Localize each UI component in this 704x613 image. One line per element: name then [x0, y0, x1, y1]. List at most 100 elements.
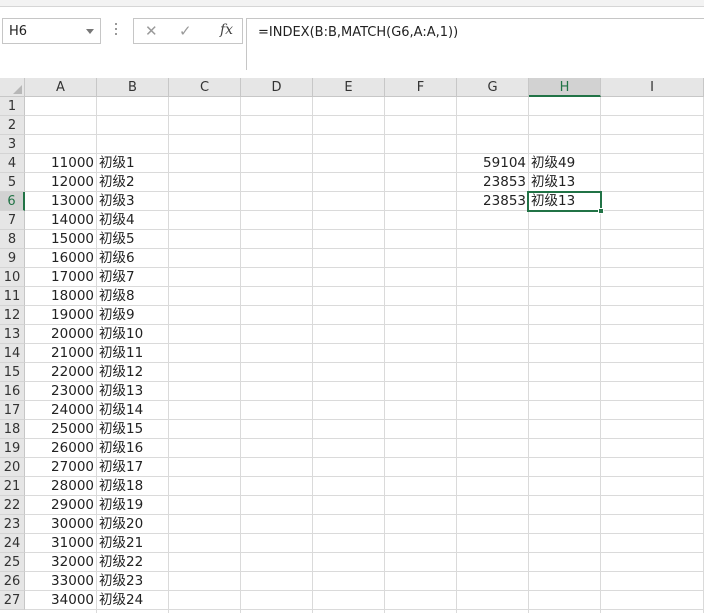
row-header-10[interactable]: 10 — [0, 268, 25, 287]
column-header-c[interactable]: C — [169, 78, 241, 97]
cell-a5[interactable]: 12000 — [25, 173, 97, 192]
cell-b8[interactable]: 初级5 — [97, 230, 169, 249]
cell-b24[interactable]: 初级21 — [97, 534, 169, 553]
cancel-icon[interactable]: ✕ — [145, 22, 158, 40]
row-header-7[interactable]: 7 — [0, 211, 25, 230]
cell-b26[interactable]: 初级23 — [97, 572, 169, 591]
cell-a22[interactable]: 29000 — [25, 496, 97, 515]
cell-a20[interactable]: 27000 — [25, 458, 97, 477]
cell-a23[interactable]: 30000 — [25, 515, 97, 534]
cell-b16[interactable]: 初级13 — [97, 382, 169, 401]
cell-b7[interactable]: 初级4 — [97, 211, 169, 230]
column-header-b[interactable]: B — [97, 78, 169, 97]
cell-b5[interactable]: 初级2 — [97, 173, 169, 192]
column-header-d[interactable]: D — [241, 78, 313, 97]
formula-input[interactable]: =INDEX(B:B,MATCH(G6,A:A,1)) — [246, 18, 704, 70]
cell-b20[interactable]: 初级17 — [97, 458, 169, 477]
cell-g5[interactable]: 23853 — [457, 173, 529, 192]
cell-b21[interactable]: 初级18 — [97, 477, 169, 496]
cell-b10[interactable]: 初级7 — [97, 268, 169, 287]
row-header-15[interactable]: 15 — [0, 363, 25, 382]
row-header-4[interactable]: 4 — [0, 154, 25, 173]
cell-a13[interactable]: 20000 — [25, 325, 97, 344]
cell-b15[interactable]: 初级12 — [97, 363, 169, 382]
row-header-23[interactable]: 23 — [0, 515, 25, 534]
cell-a17[interactable]: 24000 — [25, 401, 97, 420]
row-header-9[interactable]: 9 — [0, 249, 25, 268]
row-header-13[interactable]: 13 — [0, 325, 25, 344]
cell-b23[interactable]: 初级20 — [97, 515, 169, 534]
cell-a24[interactable]: 31000 — [25, 534, 97, 553]
cell-a12[interactable]: 19000 — [25, 306, 97, 325]
cell-b18[interactable]: 初级15 — [97, 420, 169, 439]
cell-b22[interactable]: 初级19 — [97, 496, 169, 515]
row-header-12[interactable]: 12 — [0, 306, 25, 325]
cell-a6[interactable]: 13000 — [25, 192, 97, 211]
row-header-16[interactable]: 16 — [0, 382, 25, 401]
row-header-22[interactable]: 22 — [0, 496, 25, 515]
cell-a4[interactable]: 11000 — [25, 154, 97, 173]
name-box[interactable]: H6 — [2, 18, 101, 44]
row-header-27[interactable]: 27 — [0, 591, 25, 610]
column-header-i[interactable]: I — [601, 78, 704, 97]
cell-a9[interactable]: 16000 — [25, 249, 97, 268]
cell-g6[interactable]: 23853 — [457, 192, 529, 211]
row-header-21[interactable]: 21 — [0, 477, 25, 496]
cell-a19[interactable]: 26000 — [25, 439, 97, 458]
cell-b9[interactable]: 初级6 — [97, 249, 169, 268]
cell-a8[interactable]: 15000 — [25, 230, 97, 249]
row-header-1[interactable]: 1 — [0, 97, 25, 116]
cell-a26[interactable]: 33000 — [25, 572, 97, 591]
row-header-25[interactable]: 25 — [0, 553, 25, 572]
insert-function-icon[interactable]: fx — [220, 22, 233, 38]
select-all-button[interactable] — [0, 78, 25, 97]
row-header-24[interactable]: 24 — [0, 534, 25, 553]
row-header-17[interactable]: 17 — [0, 401, 25, 420]
row-header-18[interactable]: 18 — [0, 420, 25, 439]
row-header-26[interactable]: 26 — [0, 572, 25, 591]
row-header-20[interactable]: 20 — [0, 458, 25, 477]
chevron-down-icon[interactable] — [86, 29, 94, 34]
cell-h5[interactable]: 初级13 — [529, 173, 601, 192]
cell-b25[interactable]: 初级22 — [97, 553, 169, 572]
gridline-horizontal — [25, 115, 704, 116]
cell-a15[interactable]: 22000 — [25, 363, 97, 382]
cell-a7[interactable]: 14000 — [25, 211, 97, 230]
column-header-f[interactable]: F — [385, 78, 457, 97]
cell-a16[interactable]: 23000 — [25, 382, 97, 401]
column-header-g[interactable]: G — [457, 78, 529, 97]
column-header-a[interactable]: A — [25, 78, 97, 97]
row-header-2[interactable]: 2 — [0, 116, 25, 135]
cell-a11[interactable]: 18000 — [25, 287, 97, 306]
cell-a27[interactable]: 34000 — [25, 591, 97, 610]
spreadsheet-grid[interactable]: A B C D E F G H I 1 2 3 4 5 6 7 8 9 10 11 12 13 14 15 16 17 18 19 20… — [0, 78, 704, 613]
column-header-h[interactable]: H — [529, 78, 601, 97]
drag-handle-icon[interactable] — [115, 23, 118, 37]
cell-b12[interactable]: 初级9 — [97, 306, 169, 325]
cell-b6[interactable]: 初级3 — [97, 192, 169, 211]
fill-handle[interactable] — [598, 208, 604, 214]
row-header-14[interactable]: 14 — [0, 344, 25, 363]
cell-b13[interactable]: 初级10 — [97, 325, 169, 344]
cell-g4[interactable]: 59104 — [457, 154, 529, 173]
cell-a21[interactable]: 28000 — [25, 477, 97, 496]
row-header-3[interactable]: 3 — [0, 135, 25, 154]
cell-b4[interactable]: 初级1 — [97, 154, 169, 173]
cell-a18[interactable]: 25000 — [25, 420, 97, 439]
row-header-19[interactable]: 19 — [0, 439, 25, 458]
row-header-8[interactable]: 8 — [0, 230, 25, 249]
cell-b27[interactable]: 初级24 — [97, 591, 169, 610]
cell-a10[interactable]: 17000 — [25, 268, 97, 287]
cell-a25[interactable]: 32000 — [25, 553, 97, 572]
row-header-5[interactable]: 5 — [0, 173, 25, 192]
cell-h4[interactable]: 初级49 — [529, 154, 601, 173]
confirm-icon[interactable]: ✓ — [179, 22, 192, 40]
cell-b17[interactable]: 初级14 — [97, 401, 169, 420]
cell-b19[interactable]: 初级16 — [97, 439, 169, 458]
row-header-6[interactable]: 6 — [0, 192, 25, 211]
cell-a14[interactable]: 21000 — [25, 344, 97, 363]
column-header-e[interactable]: E — [313, 78, 385, 97]
row-header-11[interactable]: 11 — [0, 287, 25, 306]
cell-b11[interactable]: 初级8 — [97, 287, 169, 306]
cell-b14[interactable]: 初级11 — [97, 344, 169, 363]
